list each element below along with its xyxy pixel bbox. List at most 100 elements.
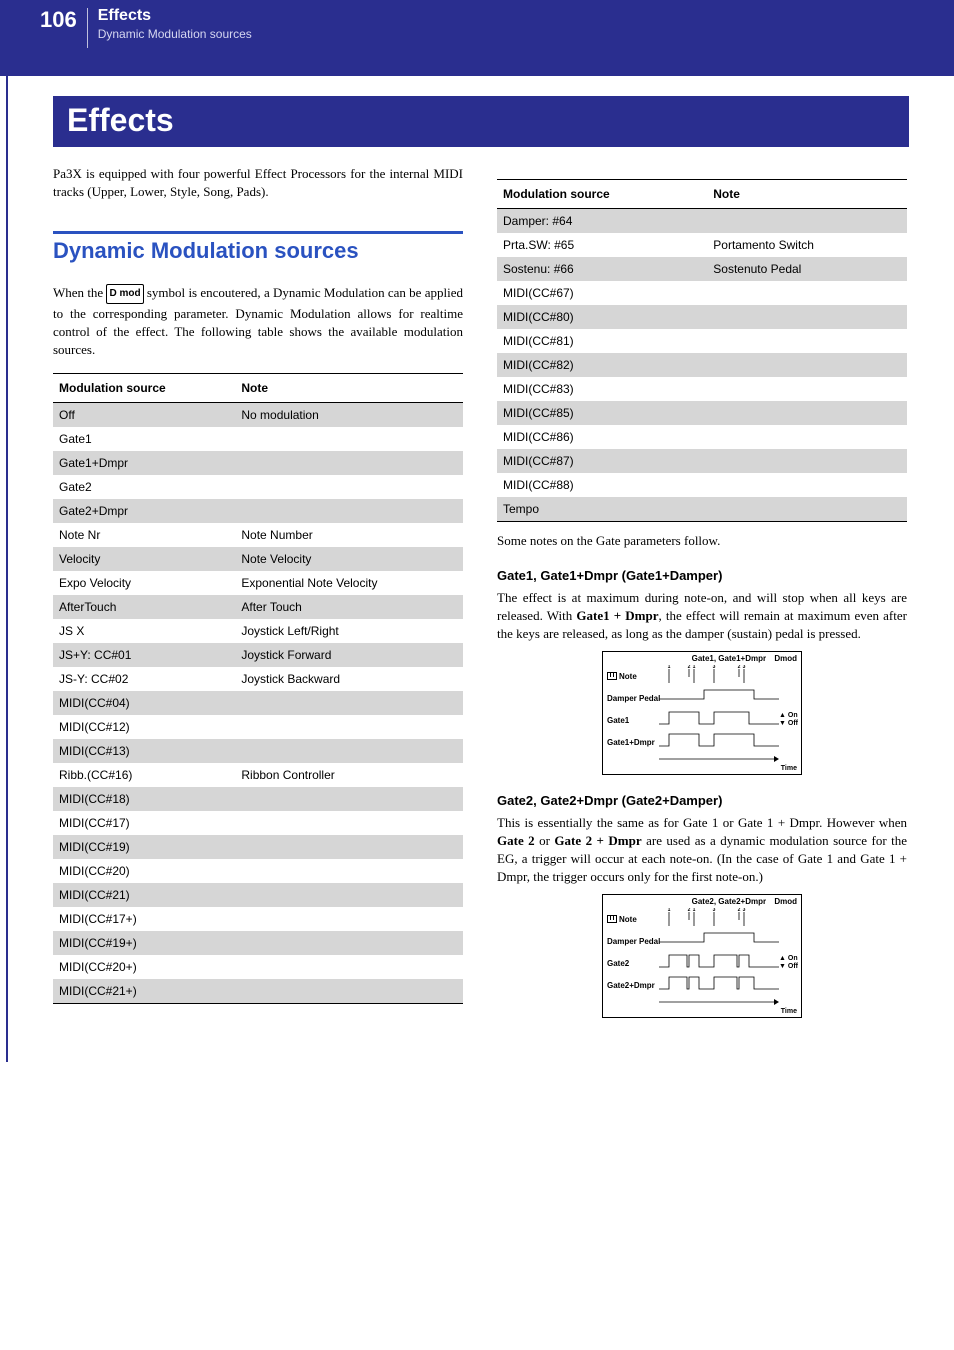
cell-source: MIDI(CC#13)	[53, 739, 235, 763]
cell-note	[235, 715, 463, 739]
cell-source: Damper: #64	[497, 209, 707, 234]
cell-source: MIDI(CC#86)	[497, 425, 707, 449]
n: 1	[693, 665, 696, 670]
cell-note	[235, 475, 463, 499]
cell-note	[235, 931, 463, 955]
table-row: JS XJoystick Left/Right	[53, 619, 463, 643]
n: 2	[688, 665, 691, 670]
cell-note	[707, 497, 907, 522]
table-row: MIDI(CC#21+)	[53, 979, 463, 1004]
table-row: JS+Y: CC#01Joystick Forward	[53, 643, 463, 667]
cell-note	[707, 281, 907, 305]
on-label: On	[788, 712, 798, 719]
table-row: MIDI(CC#17+)	[53, 907, 463, 931]
cell-note	[235, 955, 463, 979]
table-row: MIDI(CC#88)	[497, 473, 907, 497]
table-row: MIDI(CC#87)	[497, 449, 907, 473]
cell-source: Tempo	[497, 497, 707, 522]
cell-source: MIDI(CC#20)	[53, 859, 235, 883]
table-row: MIDI(CC#19)	[53, 835, 463, 859]
n: 3	[743, 908, 746, 913]
cell-source: MIDI(CC#19)	[53, 835, 235, 859]
cell-note	[235, 499, 463, 523]
table-row: Prta.SW: #65Portamento Switch	[497, 233, 907, 257]
cell-source: Velocity	[53, 547, 235, 571]
table-row: MIDI(CC#85)	[497, 401, 907, 425]
chapter-title: Effects	[53, 96, 909, 147]
cell-note	[235, 427, 463, 451]
cell-note	[235, 979, 463, 1004]
table-row: Tempo	[497, 497, 907, 522]
text: This is essentially the same as for Gate…	[497, 815, 907, 830]
cell-note	[707, 449, 907, 473]
table-row: Sostenu: #66Sostenuto Pedal	[497, 257, 907, 281]
cell-note	[707, 209, 907, 234]
cell-note	[235, 907, 463, 931]
cell-note	[235, 739, 463, 763]
table-row: Damper: #64	[497, 209, 907, 234]
n: 3	[743, 665, 746, 670]
modulation-table-right: Modulation source Note Damper: #64Prta.S…	[497, 179, 907, 522]
cell-source: MIDI(CC#04)	[53, 691, 235, 715]
n: 1	[693, 908, 696, 913]
row-label-gate1: Gate1	[603, 714, 659, 727]
cell-source: Gate1+Dmpr	[53, 451, 235, 475]
table-row: MIDI(CC#83)	[497, 377, 907, 401]
text: or	[535, 833, 555, 848]
gate2-body: This is essentially the same as for Gate…	[497, 814, 907, 886]
cell-source: Gate2	[53, 475, 235, 499]
cell-source: MIDI(CC#17)	[53, 811, 235, 835]
table-row: MIDI(CC#20+)	[53, 955, 463, 979]
on-label: On	[788, 955, 798, 962]
cell-note	[707, 473, 907, 497]
cell-note	[235, 859, 463, 883]
cell-source: Expo Velocity	[53, 571, 235, 595]
time-label: Time	[603, 765, 801, 774]
table-row: Gate1	[53, 427, 463, 451]
row-label-gate2: Gate2	[603, 957, 659, 970]
cell-source: MIDI(CC#80)	[497, 305, 707, 329]
table-row: MIDI(CC#18)	[53, 787, 463, 811]
row-label-gate1dmpr: Gate1+Dmpr	[603, 736, 659, 749]
table-row: Gate2	[53, 475, 463, 499]
cell-note	[235, 451, 463, 475]
cell-source: MIDI(CC#85)	[497, 401, 707, 425]
bold: Gate 2	[497, 833, 535, 848]
cell-source: MIDI(CC#21+)	[53, 979, 235, 1004]
cell-note	[235, 787, 463, 811]
cell-note	[707, 329, 907, 353]
cell-note: Joystick Backward	[235, 667, 463, 691]
th-source: Modulation source	[53, 374, 235, 403]
n: 2	[738, 908, 741, 913]
row-label-damper: Damper Pedal	[603, 692, 659, 705]
table-row: Note NrNote Number	[53, 523, 463, 547]
cell-note	[707, 353, 907, 377]
table-row: MIDI(CC#80)	[497, 305, 907, 329]
row-label-note: Note	[619, 672, 637, 681]
text: When the	[53, 285, 106, 300]
row-label-damper: Damper Pedal	[603, 935, 659, 948]
header-subtitle: Dynamic Modulation sources	[98, 26, 252, 42]
cell-note	[235, 835, 463, 859]
section-body: When the D mod symbol is encoutered, a D…	[53, 284, 463, 359]
cell-note: Portamento Switch	[707, 233, 907, 257]
table-row: OffNo modulation	[53, 403, 463, 428]
row-label-note: Note	[619, 915, 637, 924]
cell-note	[235, 883, 463, 907]
gate2-heading: Gate2, Gate2+Dmpr (Gate2+Damper)	[497, 793, 907, 808]
diagram-title: Gate1, Gate1+Dmpr	[692, 654, 766, 663]
n: 3	[713, 665, 716, 670]
cell-note: Sostenuto Pedal	[707, 257, 907, 281]
table-row: Expo VelocityExponential Note Velocity	[53, 571, 463, 595]
bold: Gate 2 + Dmpr	[554, 833, 641, 848]
n: 3	[713, 908, 716, 913]
time-label: Time	[603, 1008, 801, 1017]
cell-note: Ribbon Controller	[235, 763, 463, 787]
keyboard-icon	[607, 672, 617, 680]
gate1-body: The effect is at maximum during note-on,…	[497, 589, 907, 643]
right-intro: Some notes on the Gate parameters follow…	[497, 532, 907, 550]
cell-source: MIDI(CC#88)	[497, 473, 707, 497]
dmod-label: Dmod	[774, 897, 797, 906]
table-row: VelocityNote Velocity	[53, 547, 463, 571]
diagram-title: Gate2, Gate2+Dmpr	[692, 897, 766, 906]
